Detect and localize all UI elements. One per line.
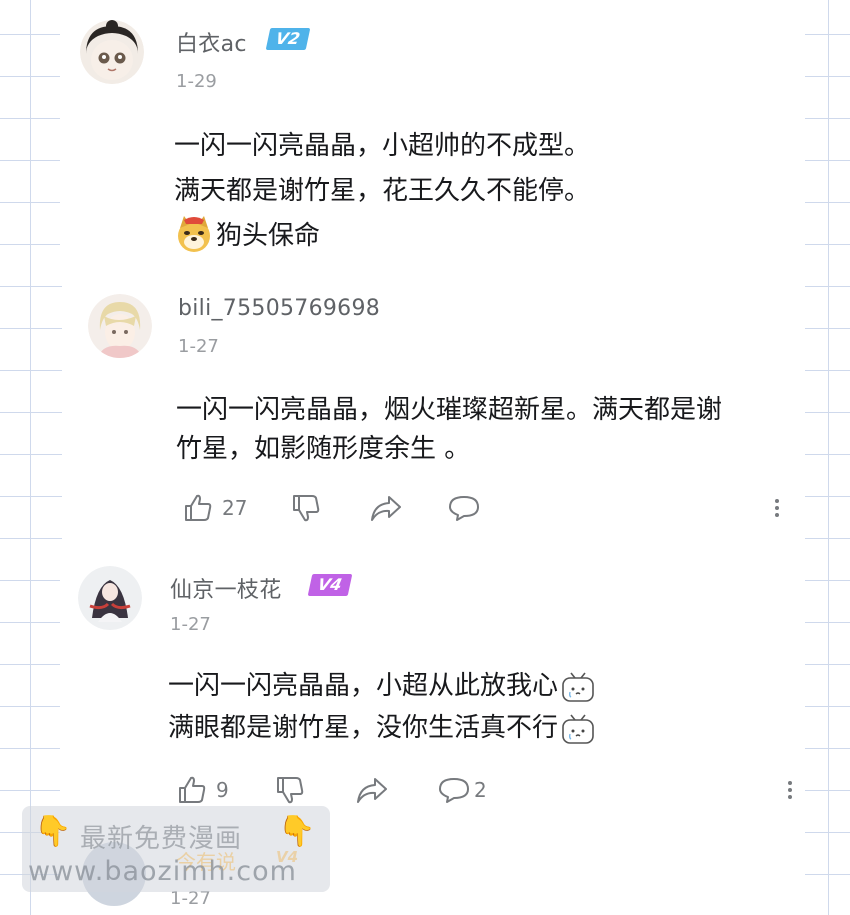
comment-text-line: 满天都是谢竹星，花王久久不能停。: [174, 176, 591, 206]
watermark-url: www.baozimh.com: [28, 856, 297, 887]
tv-emoji-icon: [562, 672, 594, 702]
pointing-down-hand-icon: 👇: [278, 814, 316, 849]
avatar[interactable]: [78, 566, 142, 630]
comment-bubble-icon: [439, 778, 469, 803]
share-icon: [371, 496, 401, 521]
username[interactable]: bili_75505769698: [178, 296, 380, 321]
reply-count: 2: [474, 778, 487, 802]
emoji-label: 狗头保命: [216, 221, 321, 251]
username[interactable]: 仙京一枝花: [170, 572, 282, 604]
comment-date: 1-27: [178, 336, 219, 357]
level-badge: V2: [265, 28, 310, 50]
username[interactable]: 白衣ac: [176, 26, 247, 58]
avatar[interactable]: [88, 294, 152, 358]
like-button[interactable]: 9: [176, 774, 229, 806]
like-count: 27: [222, 496, 248, 520]
comment-text-line: 满眼都是谢竹星，没你生活真不行: [168, 713, 559, 743]
doge-emoji-icon: [174, 214, 214, 254]
share-button[interactable]: [370, 494, 402, 522]
avatar[interactable]: [80, 20, 144, 84]
comment-text-line: 竹星，如影随形度余生 。: [176, 434, 471, 464]
comment-line-wrap: 满眼都是谢竹星，没你生活真不行: [168, 706, 596, 751]
tv-emoji-icon: [562, 714, 594, 744]
share-button[interactable]: [356, 776, 388, 804]
comment-text-line: 一闪一闪亮晶晶，小超从此放我心: [168, 671, 559, 701]
more-options-button[interactable]: [775, 496, 781, 520]
more-options-button[interactable]: [788, 778, 794, 802]
reply-button[interactable]: 2: [438, 776, 487, 804]
like-count: 9: [216, 778, 229, 802]
comment-bubble-icon: [449, 496, 479, 521]
pointing-down-hand-icon: 👇: [34, 814, 72, 849]
comment-line-wrap: 一闪一闪亮晶晶，小超从此放我心: [168, 664, 596, 709]
reply-button[interactable]: [448, 494, 480, 522]
level-badge: V4: [307, 574, 352, 596]
comment-date: 1-29: [176, 71, 217, 92]
dislike-button[interactable]: [274, 774, 306, 806]
avatar-image-icon: [78, 566, 142, 630]
thumbs-down-icon: [293, 495, 320, 522]
thumbs-up-icon: [185, 494, 212, 521]
avatar-image-icon: [88, 294, 152, 358]
share-icon: [357, 778, 387, 803]
dislike-button[interactable]: [290, 492, 322, 524]
comment-text-line: 一闪一闪亮晶晶，小超帅的不成型。: [174, 131, 591, 161]
thumbs-down-icon: [277, 777, 304, 804]
like-button[interactable]: 27: [182, 492, 247, 524]
avatar-image-icon: [80, 20, 144, 84]
thumbs-up-icon: [179, 776, 206, 803]
comment-date: 1-27: [170, 614, 211, 635]
